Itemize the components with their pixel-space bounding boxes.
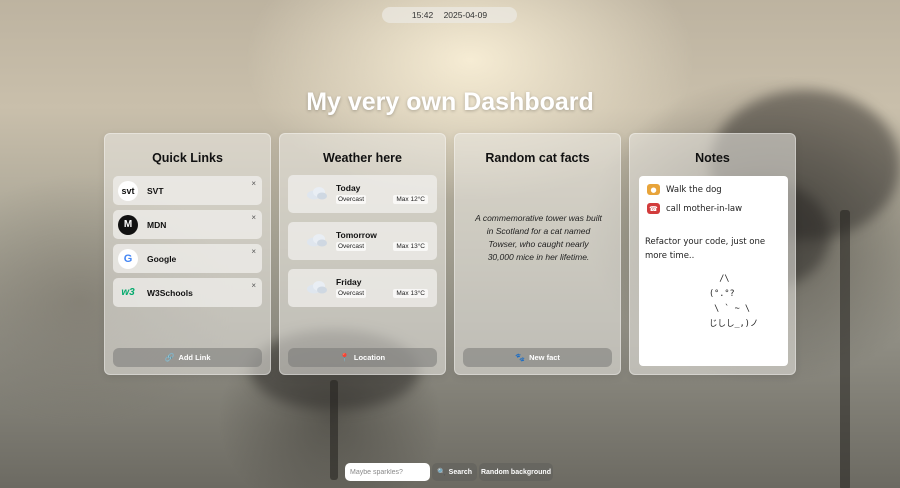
notes-title: Notes [695, 151, 730, 165]
note-paragraph: Refactor your code, just one more time.. [645, 237, 766, 261]
clock-time: 15:42 [411, 10, 434, 20]
google-logo-icon: G [118, 248, 138, 269]
notes-card: Notes ● Walk the dog ☎ call mother-in-la… [629, 133, 796, 375]
link-label: W3Schools [147, 287, 193, 298]
weather-condition: Overcast [336, 242, 367, 251]
search-button[interactable]: 🔍 Search [432, 463, 477, 481]
cloud-icon [307, 187, 327, 200]
close-icon[interactable]: × [251, 281, 256, 290]
phone-icon: ☎ [647, 203, 660, 214]
paw-icon: 🐾 [515, 353, 526, 362]
new-fact-button[interactable]: 🐾 New fact [463, 348, 612, 367]
link-label: SVT [147, 185, 164, 196]
note-ascii-art: /\ (°.°? \ ` ~ \ じしし_,)ノ [709, 274, 759, 329]
dog-icon: ● [647, 184, 660, 195]
cat-fact-text: A commemorative tower was built in Scotl… [475, 213, 602, 262]
weather-day-label: Friday [336, 277, 362, 287]
cat-facts-title: Random cat facts [485, 151, 590, 165]
link-item-w3schools[interactable]: w3 W3Schools × [113, 278, 262, 307]
search-icon: 🔍 [436, 469, 446, 476]
link-label: MDN [147, 219, 167, 230]
close-icon[interactable]: × [251, 247, 256, 256]
add-link-button[interactable]: 🔗 Add Link [113, 348, 262, 367]
weather-max-temp: Max 13°C [393, 242, 428, 251]
page-title: My very own Dashboard [306, 88, 594, 116]
cloud-icon [307, 281, 327, 294]
link-item-svt[interactable]: svt SVT × [113, 176, 262, 205]
close-icon[interactable]: × [251, 213, 256, 222]
weather-day-today: Today Overcast Max 12°C [288, 175, 437, 213]
weather-day-label: Today [336, 183, 361, 193]
w3schools-logo-icon: w3 [121, 287, 135, 298]
cloud-icon [307, 234, 327, 247]
note-line-phone: ☎ call mother-in-law [647, 203, 742, 214]
weather-condition: Overcast [336, 195, 367, 204]
note-line-dog: ● Walk the dog [647, 184, 722, 195]
quick-links-card: Quick Links svt SVT × M MDN × G Google ×… [104, 133, 271, 375]
notes-textarea[interactable]: ● Walk the dog ☎ call mother-in-law Refa… [639, 176, 788, 366]
map-pin-icon: 📍 [339, 353, 350, 362]
weather-max-temp: Max 13°C [393, 289, 428, 298]
link-label: Google [147, 253, 177, 264]
cat-facts-card: Random cat facts A commemorative tower w… [454, 133, 621, 375]
close-icon[interactable]: × [251, 179, 256, 188]
weather-day-tomorrow: Tomorrow Overcast Max 13°C [288, 222, 437, 260]
weather-title: Weather here [323, 151, 402, 165]
clock-bar: 15:42 2025-04-09 [382, 7, 517, 23]
weather-condition: Overcast [336, 289, 367, 298]
location-button[interactable]: 📍 Location [288, 348, 437, 367]
weather-max-temp: Max 12°C [393, 195, 428, 204]
clock-date: 2025-04-09 [443, 10, 488, 20]
random-background-button[interactable]: Random background [479, 463, 553, 481]
svt-logo-icon: svt [118, 180, 138, 201]
link-icon: 🔗 [164, 353, 175, 362]
weather-day-friday: Friday Overcast Max 13°C [288, 269, 437, 307]
search-input[interactable] [345, 463, 430, 481]
weather-card: Weather here Today Overcast Max 12°C Tom… [279, 133, 446, 375]
quick-links-title: Quick Links [152, 151, 223, 165]
mdn-logo-icon: M [118, 214, 138, 235]
weather-day-label: Tomorrow [336, 230, 377, 240]
link-item-mdn[interactable]: M MDN × [113, 210, 262, 239]
link-item-google[interactable]: G Google × [113, 244, 262, 273]
